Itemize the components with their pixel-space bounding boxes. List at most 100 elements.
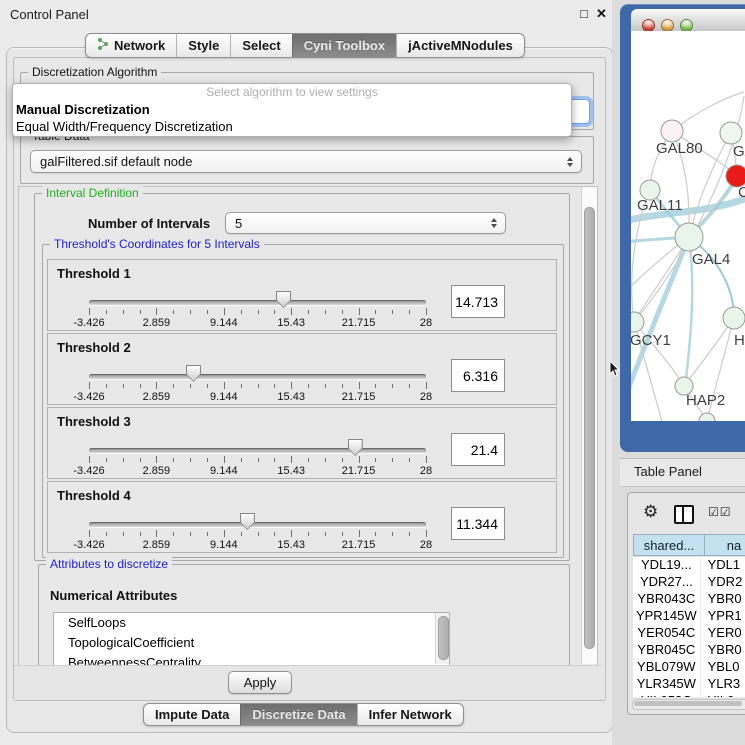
slider-tick-label: 21.715 [342,539,376,551]
table-cell-shared-name[interactable]: YDR27... [633,574,701,591]
table-cell-name[interactable]: YER0 [701,625,745,642]
table-column-header-shared[interactable]: shared... [633,534,705,556]
table-cell-shared-name[interactable]: YDL19... [633,557,701,574]
slider-tick [426,530,427,537]
slider-tick-label: -3.426 [73,391,104,403]
table-cell-shared-name[interactable]: YPR145W [633,608,701,625]
slider-tick [325,532,326,536]
threshold-slider-thumb[interactable] [186,365,201,382]
threshold-value-field[interactable]: 21.4 [451,433,505,466]
table-cell-shared-name[interactable]: YBR043C [633,591,701,608]
table-horizontal-scrollbar[interactable] [632,699,745,710]
network-window-titlebar[interactable] [631,9,745,32]
table-cell-shared-name[interactable]: YER054C [633,625,701,642]
tab-network[interactable]: Network [86,34,176,57]
threshold-slider-track[interactable] [89,374,426,379]
slider-tick [392,310,393,314]
network-view-canvas[interactable]: GAL80GACGAL11GAL4GCY1HHAP2 [631,31,745,421]
settings-gear-icon[interactable]: ⚙ [643,503,658,520]
tab-style[interactable]: Style [176,34,230,57]
network-node[interactable] [723,307,745,329]
table-cell-shared-name[interactable]: YBR045C [633,642,701,659]
table-cell-shared-name[interactable]: YIL052C [633,693,701,697]
threshold-slider-thumb[interactable] [348,439,363,456]
threshold-slider-track[interactable] [89,522,426,527]
node-label-c: C [738,184,745,201]
table-panel-title: Table Panel [634,464,702,479]
slider-tick [325,458,326,462]
tab-discretize-data[interactable]: Discretize Data [240,704,356,725]
table-cell-shared-name[interactable]: YLR345W [633,676,701,693]
table-row[interactable]: YER054CYER0 [633,625,745,642]
threshold-value-field[interactable]: 6.316 [451,359,505,392]
table-hscrollbar-thumb[interactable] [634,701,742,706]
table-row[interactable]: YIL052CYIL0 [633,693,745,697]
table-row[interactable]: YDL19...YDL1 [633,557,745,574]
threshold-slider-track[interactable] [89,300,426,305]
threshold-slider-thumb[interactable] [276,291,291,308]
algorithm-option-equal-width-frequency-discretization[interactable]: Equal Width/Frequency Discretization [13,118,571,135]
table-cell-name[interactable]: YDL1 [701,557,745,574]
tab-jactivemnodules[interactable]: jActiveMNodules [396,34,524,57]
select-columns-icon[interactable]: ☑☑ [708,505,732,519]
tab-cyni-toolbox[interactable]: Cyni Toolbox [292,34,396,57]
table-cell-name[interactable]: YDR2 [701,574,745,591]
table-row[interactable]: YBR043CYBR0 [633,591,745,608]
settings-vertical-scrollbar[interactable] [581,187,597,664]
threshold-slider-track[interactable] [89,448,426,453]
table-row[interactable]: YDR27...YDR2 [633,574,745,591]
tab-infer-network[interactable]: Infer Network [357,704,463,725]
table-cell-name[interactable]: YBR0 [701,591,745,608]
slider-tick [190,384,191,388]
table-row[interactable]: YBR045CYBR0 [633,642,745,659]
slider-tick [258,532,259,536]
node-label-gal4: GAL4 [692,251,730,268]
attributes-scrollbar-thumb[interactable] [438,616,449,660]
tab-impute-data[interactable]: Impute Data [144,704,240,725]
network-node[interactable] [631,312,644,332]
apply-button[interactable]: Apply [228,671,292,694]
network-graph[interactable]: GAL80GACGAL11GAL4GCY1HHAP2 [631,31,745,421]
slider-tick [308,384,309,388]
slider-tick [258,310,259,314]
attributes-list-scrollbar[interactable] [435,613,449,664]
combobox-arrows-icon [491,218,497,228]
table-cell-name[interactable]: YLR3 [701,676,745,693]
settings-scrollbar-thumb[interactable] [584,207,595,649]
threshold-value-field[interactable]: 11.344 [451,507,505,540]
network-node[interactable] [699,413,715,421]
slider-tick [342,458,343,462]
network-node[interactable] [675,223,703,251]
attribute-item-selfloops[interactable]: SelfLoops [54,613,449,633]
table-column-header-name[interactable]: na [704,534,745,556]
threshold-value-field[interactable]: 14.713 [451,285,505,318]
slider-tick [224,382,225,389]
table-cell-name[interactable]: YBR0 [701,642,745,659]
algorithm-option-manual-discretization[interactable]: Manual Discretization [13,101,571,118]
table-cell-name[interactable]: YBL0 [701,659,745,676]
close-panel-icon[interactable]: ✕ [596,6,607,22]
table-row[interactable]: YBL079WYBL0 [633,659,745,676]
threshold-slider-thumb[interactable] [240,513,255,530]
slider-tick [409,384,410,388]
threshold-box-2: Threshold 2-3.4262.8599.14415.4321.71528… [47,333,557,405]
table-cell-name[interactable]: YPR1 [701,608,745,625]
network-node[interactable] [720,122,742,144]
slider-tick [173,458,174,462]
float-window-icon[interactable]: □ [580,6,588,21]
table-row[interactable]: YLR345WYLR3 [633,676,745,693]
split-columns-icon[interactable] [674,505,694,524]
node-table-rows: YDL19...YDL1YDR27...YDR2YBR043CYBR0YPR14… [633,557,745,697]
slider-tick [274,458,275,462]
table-row[interactable]: YPR145WYPR1 [633,608,745,625]
slider-tick-label: 21.715 [342,465,376,477]
number-of-intervals-combobox[interactable]: 5 [225,212,506,234]
node-label-ga: GA [733,143,745,160]
tab-select[interactable]: Select [230,34,291,57]
attribute-item-topologicalcoefficient[interactable]: TopologicalCoefficient [54,633,449,653]
table-cell-name[interactable]: YIL0 [701,693,745,697]
table-cell-shared-name[interactable]: YBL079W [633,659,701,676]
network-node[interactable] [661,120,683,142]
slider-tick [140,532,141,536]
table-data-combobox[interactable]: galFiltered.sif default node [30,150,582,173]
